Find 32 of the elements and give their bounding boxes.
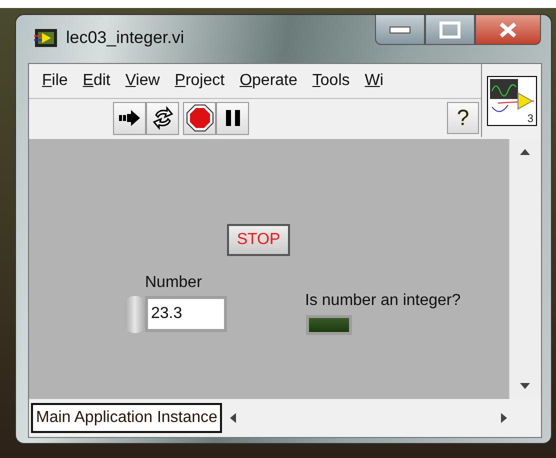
run-button[interactable] (113, 102, 146, 134)
close-icon (498, 22, 518, 38)
indicator-label: Is number an integer? (305, 291, 461, 311)
menu-item[interactable]: Edit (80, 69, 118, 93)
vi-icon (34, 28, 58, 48)
window-title: lec03_integer.vi (66, 27, 184, 50)
help-button[interactable]: ? (447, 102, 479, 134)
scroll-right-icon[interactable] (501, 413, 507, 423)
menu-item[interactable]: Project (172, 69, 233, 93)
scroll-down-icon[interactable] (520, 383, 530, 389)
menu-item[interactable]: View (122, 69, 168, 93)
pause-button[interactable] (216, 102, 249, 134)
menu-item[interactable]: Wi (362, 69, 392, 93)
circular-arrows-icon (150, 106, 174, 130)
menu-item[interactable]: File (39, 69, 76, 93)
close-button[interactable] (475, 15, 541, 45)
minimize-icon (389, 26, 411, 34)
minimize-button[interactable] (375, 15, 425, 45)
maximize-button[interactable] (425, 15, 475, 45)
stop-sign-icon (186, 104, 214, 132)
scroll-up-icon[interactable] (520, 149, 530, 155)
run-continuously-button[interactable] (146, 102, 179, 134)
run-arrow-icon (118, 108, 142, 128)
numeric-label: Number (145, 273, 202, 293)
numeric-control[interactable]: 23.3 (145, 296, 227, 332)
maximize-icon (439, 20, 461, 38)
menu-item[interactable]: Operate (236, 69, 306, 93)
abort-button[interactable] (183, 102, 216, 134)
application-instance-field[interactable]: Main Application Instance (31, 403, 222, 433)
menu-item[interactable]: Tools (309, 69, 358, 93)
connector-pane-icon[interactable]: 3 (486, 76, 536, 126)
scroll-left-icon[interactable] (230, 413, 236, 423)
